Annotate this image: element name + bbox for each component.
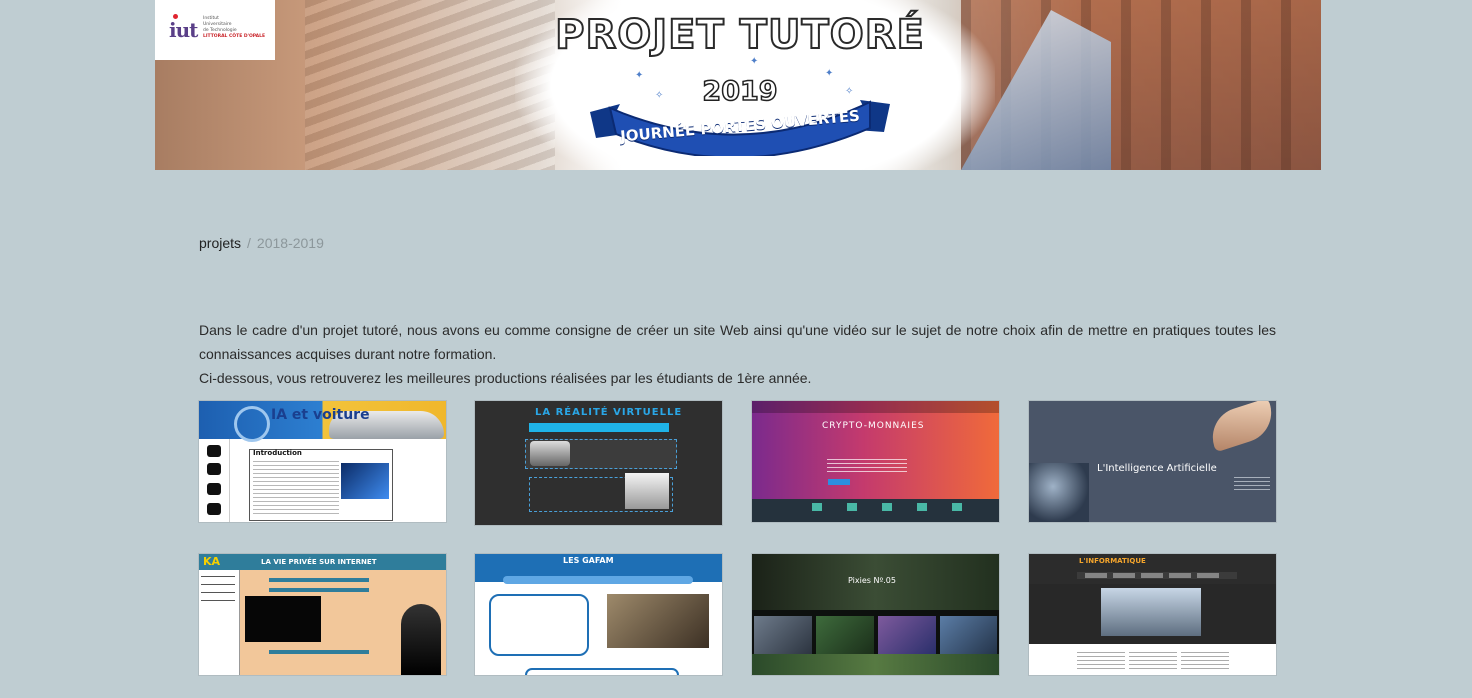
thumb-title: L'Intelligence Artificielle: [1097, 463, 1217, 474]
thumb-heading-bar: [269, 588, 369, 592]
video-player: [245, 596, 321, 642]
logo-mark: iut: [169, 18, 198, 42]
banner-title: PROJET TUTORÉ: [554, 11, 925, 59]
thumb-side-menu: [1234, 477, 1270, 491]
intro-text: Dans le cadre d'un projet tutoré, nous a…: [199, 318, 1276, 390]
vr-headset-image: [530, 441, 570, 466]
thumb-title: LA RÉALITÉ VIRTUELLE: [535, 407, 683, 418]
project-thumbnail[interactable]: L'INFORMATIQUE: [1029, 554, 1276, 675]
logo-place: LITTORAL CÔTE D'OPALE: [203, 34, 266, 39]
thumb-column: [1181, 652, 1229, 672]
project-thumbnail[interactable]: L'Intelligence Artificielle: [1029, 401, 1276, 522]
project-thumbnail[interactable]: Pixies Nº.05: [752, 554, 999, 675]
thumb-column: [1077, 652, 1125, 672]
menu-line: [201, 592, 235, 593]
breadcrumb-current: 2018-2019: [256, 235, 324, 251]
thumb-sidebar: [199, 570, 240, 675]
coin-icon: [812, 503, 822, 511]
thumb-header: [1029, 554, 1276, 584]
human-hand-image: [1205, 401, 1276, 453]
thumb-button: [828, 479, 850, 485]
thumb-title: IA et voiture: [271, 407, 370, 423]
game-screenshot: [754, 616, 812, 654]
menu-line: [201, 576, 235, 577]
coin-icon: [952, 503, 962, 511]
coin-icon: [847, 503, 857, 511]
thumb-subtitle-text: Introduction: [253, 449, 302, 457]
project-thumbnail[interactable]: IA et voiture Introduction: [199, 401, 446, 522]
logo-text: Institut Universitaire de Technologie LI…: [203, 16, 273, 40]
nav-item: [1197, 573, 1219, 578]
spy-image: [401, 604, 441, 675]
steering-wheel-icon: [234, 406, 270, 442]
thumb-ground: [752, 654, 999, 675]
thumb-column: [1129, 652, 1177, 672]
header-banner: iut Institut Universitaire de Technologi…: [155, 0, 1321, 170]
thumb-title: L'INFORMATIQUE: [1079, 557, 1146, 565]
star-icon: ✦: [825, 68, 834, 79]
thumb-pill: [525, 668, 679, 675]
project-thumbnail[interactable]: LES GAFAM: [475, 554, 722, 675]
coin-icon: [882, 503, 892, 511]
star-icon: ✧: [845, 86, 854, 97]
robot-hand-image: [1029, 463, 1089, 522]
thumb-nav: [503, 576, 693, 584]
project-thumbnail[interactable]: LA RÉALITÉ VIRTUELLE: [475, 401, 722, 525]
thumb-nav: [529, 423, 669, 432]
thumb-title: LA VIE PRIVÉE SUR INTERNET: [261, 558, 377, 566]
cloud-icon: [207, 503, 221, 515]
drone-image: [1101, 588, 1201, 636]
wheel-icon: [207, 483, 221, 495]
nav-item: [1169, 573, 1191, 578]
home-icon: [207, 445, 221, 457]
menu-line: [201, 600, 235, 601]
thumb-sidebar: [199, 439, 230, 522]
thumb-image: [341, 463, 389, 499]
nav-item: [1141, 573, 1163, 578]
coin-icon: [917, 503, 927, 511]
thumb-title: LES GAFAM: [563, 556, 614, 565]
project-thumbnail[interactable]: KA LA VIE PRIVÉE SUR INTERNET: [199, 554, 446, 675]
thumb-text-card: [489, 594, 589, 656]
nav-item: [1085, 573, 1107, 578]
thumb-text-lines: [827, 459, 907, 475]
star-icon: ✦: [750, 56, 759, 67]
thumb-heading-bar: [269, 650, 369, 654]
thumb-logo: KA: [203, 555, 221, 568]
breadcrumb-separator: /: [247, 235, 251, 251]
star-icon: ✧: [655, 90, 664, 101]
thumb-photo: [607, 594, 709, 648]
menu-line: [201, 584, 235, 585]
nav-item: [1113, 573, 1135, 578]
thumb-subtitle: Introduction: [253, 449, 391, 457]
intro-paragraph: Dans le cadre d'un projet tutoré, nous a…: [199, 322, 1276, 362]
project-thumbnail[interactable]: CRYPTO-MONNAIES: [752, 401, 999, 522]
thumb-heading-bar: [269, 578, 369, 582]
star-icon: ✦: [635, 70, 644, 81]
brain-icon: [207, 463, 221, 475]
breadcrumb: projets / 2018-2019: [199, 235, 324, 251]
iut-logo[interactable]: iut Institut Universitaire de Technologi…: [155, 0, 275, 60]
thumb-topbar: [752, 401, 999, 413]
breadcrumb-link-projets[interactable]: projets: [199, 235, 241, 251]
game-screenshot: [816, 616, 874, 654]
game-screenshot: [940, 616, 997, 654]
vr-image: [625, 473, 669, 509]
thumb-title: Pixies Nº.05: [848, 576, 896, 585]
intro-paragraph: Ci-dessous, vous retrouverez les meilleu…: [199, 370, 812, 386]
thumb-text-lines: [253, 461, 339, 516]
thumb-title: CRYPTO-MONNAIES: [822, 421, 925, 431]
game-screenshot: [878, 616, 936, 654]
